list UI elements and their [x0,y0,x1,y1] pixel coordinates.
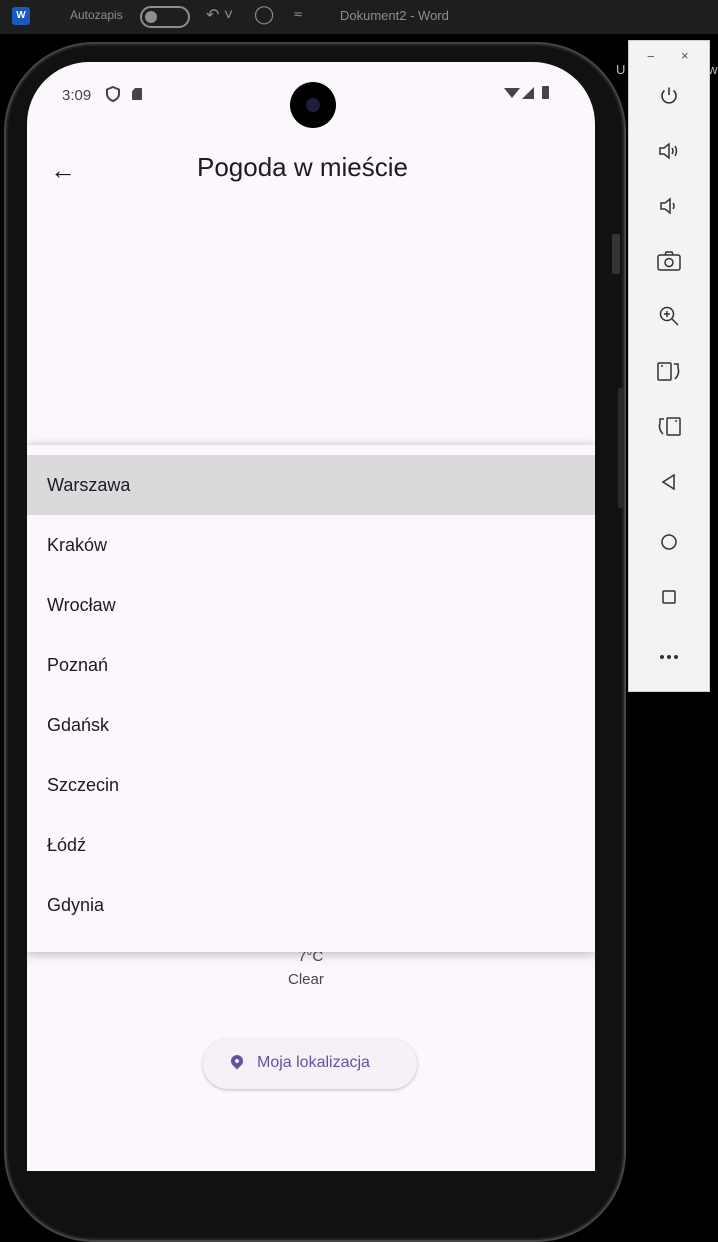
page-title: Pogoda w mieście [197,152,408,182]
emulator-toolbar: − × [628,40,710,692]
more-icon [660,655,678,659]
volume-up-icon [659,142,678,160]
undo-icon[interactable]: ↶ ˅ [206,5,233,25]
phone-side-button [612,234,620,274]
rotate-left-button[interactable] [629,411,709,451]
phone-screen: 3:09 ← Pogoda w mieście 7°C Clear Warsza… [27,62,595,1171]
rotate-left-icon [658,417,681,436]
volume-down-icon [660,197,675,215]
signal-icon [522,87,534,99]
status-time: 3:09 [62,87,92,104]
city-option[interactable]: Poznań [27,635,595,695]
city-option[interactable]: Kraków [27,515,595,575]
city-option[interactable]: Warszawa [27,455,595,515]
minimize-button[interactable]: − [647,49,655,64]
power-button[interactable] [629,81,709,121]
document-title: Dokument2 - Word [340,8,449,23]
shield-icon [106,86,120,102]
back-nav-button[interactable] [629,466,709,506]
rotate-right-button[interactable] [629,356,709,396]
home-nav-button[interactable] [629,526,709,566]
autosave-toggle[interactable] [140,6,190,28]
my-location-button[interactable]: Moja lokalizacja [203,1039,417,1089]
volume-down-button[interactable] [629,191,709,231]
screenshot-icon [657,251,681,271]
redo-icon[interactable]: ◯ [254,4,274,25]
arrow-back-icon: ← [50,155,76,185]
rotate-right-icon [657,362,680,381]
background-text-fragment: U [616,62,626,77]
word-logo-icon: W [12,7,30,25]
weather-condition: Clear [288,971,324,988]
city-dropdown-menu: Warszawa Kraków Wrocław Poznań Gdańsk Sz… [27,445,595,952]
overview-nav-button[interactable] [629,581,709,621]
city-option[interactable]: Szczecin [27,755,595,815]
wifi-icon [504,88,520,98]
back-icon [661,473,675,491]
home-icon [661,534,677,550]
volume-up-button[interactable] [629,136,709,176]
customize-quick-access-icon[interactable]: ≂ [293,7,303,21]
sd-card-icon [132,88,142,100]
city-option[interactable]: Gdynia [27,875,595,935]
zoom-button[interactable] [629,301,709,341]
battery-icon [542,86,549,99]
city-option[interactable]: Wrocław [27,575,595,635]
back-button[interactable]: ← [43,150,83,190]
autosave-label: Autozapis [70,8,123,22]
close-button[interactable]: × [681,48,689,63]
city-option[interactable]: Gdańsk [27,695,595,755]
location-pin-icon [228,1052,246,1070]
city-option[interactable]: Łódź [27,815,595,875]
more-button[interactable] [629,636,709,676]
phone-volume-button [618,388,624,508]
camera-cutout [290,82,336,128]
overview-icon [662,590,676,604]
word-titlebar: W Autozapis ↶ ˅ ◯ ≂ Dokument2 - Word [0,0,718,34]
power-icon [661,87,677,104]
screenshot-button[interactable] [629,246,709,286]
zoom-icon [659,306,679,326]
my-location-label: Moja lokalizacja [257,1054,370,1071]
